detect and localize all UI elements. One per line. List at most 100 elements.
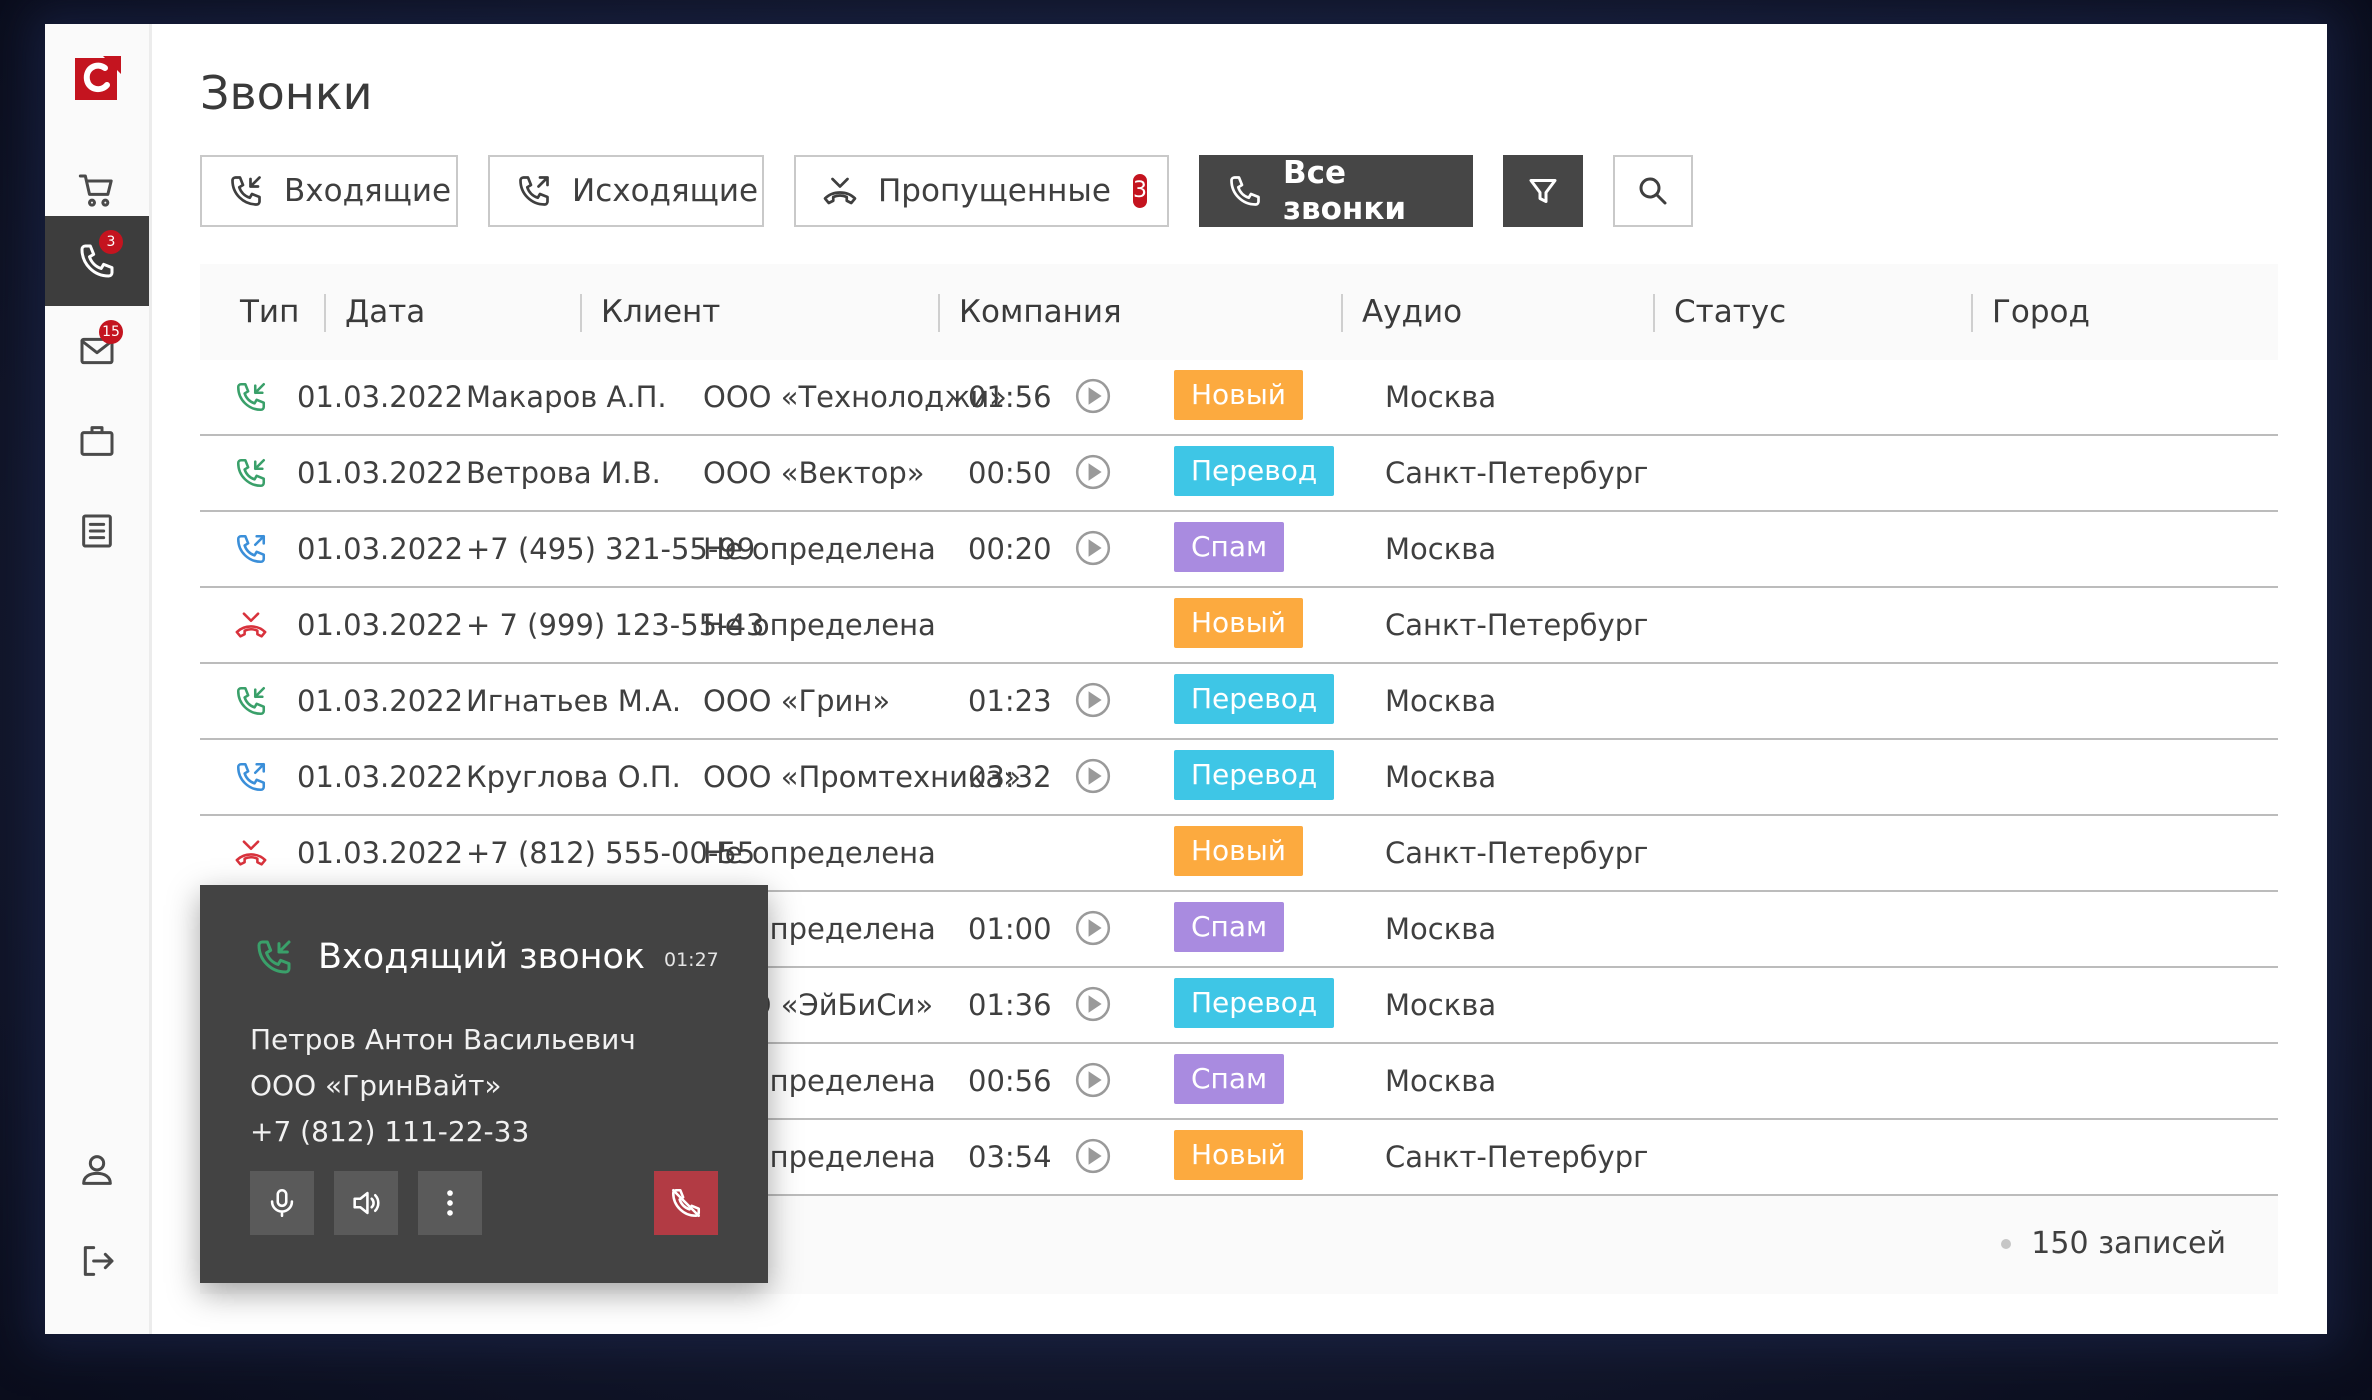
audio-duration: 01:36: [968, 988, 1052, 1022]
status-badge[interactable]: Перевод: [1174, 446, 1335, 496]
filter-incoming-button[interactable]: Входящие: [200, 155, 458, 227]
audio-cell: 01:23: [968, 664, 1112, 738]
sidebar-item-calls[interactable]: 3: [45, 216, 149, 306]
city-cell: Москва: [1385, 912, 1497, 946]
city-cell: Москва: [1385, 760, 1497, 794]
sidebar-item-deals[interactable]: [45, 396, 149, 486]
more-options-button[interactable]: [418, 1171, 482, 1235]
status-badge[interactable]: Спам: [1174, 1054, 1285, 1104]
status-badge[interactable]: Новый: [1174, 826, 1303, 876]
filter-outgoing-label: Исходящие: [572, 173, 759, 209]
audio-duration: 00:56: [968, 1064, 1052, 1098]
incoming-call-icon: [231, 176, 261, 206]
play-icon[interactable]: [1074, 1061, 1112, 1099]
sidebar-item-profile[interactable]: [45, 1125, 149, 1215]
col-city[interactable]: Город: [1992, 264, 2090, 360]
incoming-call-icon: [257, 940, 291, 974]
search-button[interactable]: [1613, 155, 1693, 227]
audio-duration: 03:54: [968, 1140, 1052, 1174]
company-cell: ООО «Технолоджи»: [703, 380, 1007, 414]
more-vertical-icon: [447, 1190, 453, 1216]
records-count-label: 150 записей: [2031, 1226, 2226, 1261]
app-window: 3 15 Звонки Входящие Исходящие Пропущенн…: [45, 24, 2327, 1334]
company-cell: ООО «Грин»: [703, 684, 891, 718]
play-icon[interactable]: [1074, 529, 1112, 567]
filter-icon: [1529, 179, 1557, 203]
status-badge[interactable]: Перевод: [1174, 750, 1335, 800]
outgoing-call-icon: [236, 762, 266, 792]
company-cell: ООО «Вектор»: [703, 456, 925, 490]
filter-incoming-label: Входящие: [284, 173, 452, 209]
table-row[interactable]: 01.03.2022 Круглова О.П. ООО «Промтехника»…: [200, 740, 2278, 816]
filter-all-button[interactable]: Все звонки: [1199, 155, 1473, 227]
client-cell[interactable]: Ветрова И.В.: [466, 436, 661, 510]
col-type[interactable]: Тип: [240, 264, 299, 360]
audio-duration: 01:00: [968, 912, 1052, 946]
incoming-call-icon: [236, 382, 266, 412]
audio-cell: 03:32: [968, 740, 1112, 814]
filter-toggle-button[interactable]: [1503, 155, 1583, 227]
table-row[interactable]: 01.03.2022 Ветрова И.В. ООО «Вектор» 00:50 П…: [200, 436, 2278, 512]
table-row[interactable]: 01.03.2022 Игнатьев М.А. ООО «Грин» 01:23 Пе…: [200, 664, 2278, 740]
play-icon[interactable]: [1074, 681, 1112, 719]
client-cell[interactable]: Круглова О.П.: [466, 740, 681, 814]
audio-duration: 01:23: [968, 684, 1052, 718]
city-cell: Москва: [1385, 380, 1497, 414]
column-divider: [580, 294, 582, 332]
filter-all-label: Все звонки: [1283, 155, 1407, 227]
filter-outgoing-button[interactable]: Исходящие: [488, 155, 764, 227]
col-client[interactable]: Клиент: [601, 264, 720, 360]
sidebar-item-logout[interactable]: [45, 1216, 149, 1306]
caller-name: Петров Антон Васильевич: [250, 1023, 636, 1056]
company-cell: Не определена: [703, 532, 936, 566]
city-cell: Санкт-Петербург: [1385, 608, 1649, 642]
table-row[interactable]: 01.03.2022 +7 (812) 555-00-55 Не определен…: [200, 816, 2278, 892]
status-badge[interactable]: Перевод: [1174, 674, 1335, 724]
status-badge[interactable]: Спам: [1174, 522, 1285, 572]
col-company[interactable]: Компания: [959, 264, 1122, 360]
table-row[interactable]: 01.03.2022 + 7 (999) 123-55-43 Не определе…: [200, 588, 2278, 664]
sidebar: 3 15: [45, 24, 152, 1334]
date-cell: 01.03.2022: [297, 380, 464, 414]
play-icon[interactable]: [1074, 757, 1112, 795]
audio-duration: 03:32: [968, 760, 1052, 794]
sidebar-item-mail[interactable]: 15: [45, 306, 149, 396]
column-divider: [1653, 294, 1655, 332]
table-row[interactable]: 01.03.2022 +7 (495) 321-55-99 Не определен…: [200, 512, 2278, 588]
audio-cell: 01:36: [968, 968, 1112, 1042]
audio-duration: 00:50: [968, 456, 1052, 490]
cart-icon: [78, 174, 113, 207]
status-badge[interactable]: Спам: [1174, 902, 1285, 952]
client-cell[interactable]: Макаров А.П.: [466, 360, 667, 434]
city-cell: Москва: [1385, 532, 1497, 566]
play-icon[interactable]: [1074, 453, 1112, 491]
city-cell: Москва: [1385, 1064, 1497, 1098]
calls-badge: 3: [99, 230, 123, 254]
call-type-cell: [234, 740, 268, 814]
status-badge[interactable]: Перевод: [1174, 978, 1335, 1028]
speaker-button[interactable]: [334, 1171, 398, 1235]
col-status[interactable]: Статус: [1674, 264, 1786, 360]
status-badge[interactable]: Новый: [1174, 370, 1303, 420]
missed-call-icon: [235, 840, 267, 866]
mute-button[interactable]: [250, 1171, 314, 1235]
date-cell: 01.03.2022: [297, 684, 464, 718]
user-icon: [82, 1155, 112, 1185]
sidebar-item-documents[interactable]: [45, 486, 149, 576]
col-audio[interactable]: Аудио: [1362, 264, 1462, 360]
table-row[interactable]: 01.03.2022 Макаров А.П. ООО «Технолоджи» 01…: [200, 360, 2278, 436]
status-badge[interactable]: Новый: [1174, 598, 1303, 648]
play-icon[interactable]: [1074, 1137, 1112, 1175]
filter-missed-button[interactable]: Пропущенные 3: [794, 155, 1169, 227]
incoming-call-popup: Входящий звонок 01:27 Петров Антон Васил…: [200, 885, 768, 1283]
city-cell: Санкт-Петербург: [1385, 1140, 1649, 1174]
play-icon[interactable]: [1074, 909, 1112, 947]
date-cell: 01.03.2022: [297, 608, 464, 642]
status-badge[interactable]: Новый: [1174, 1130, 1303, 1180]
play-icon[interactable]: [1074, 985, 1112, 1023]
col-date[interactable]: Дата: [345, 264, 425, 360]
client-cell[interactable]: Игнатьев М.А.: [466, 664, 681, 738]
app-logo[interactable]: [75, 54, 121, 100]
end-call-button[interactable]: [654, 1171, 718, 1235]
play-icon[interactable]: [1074, 377, 1112, 415]
